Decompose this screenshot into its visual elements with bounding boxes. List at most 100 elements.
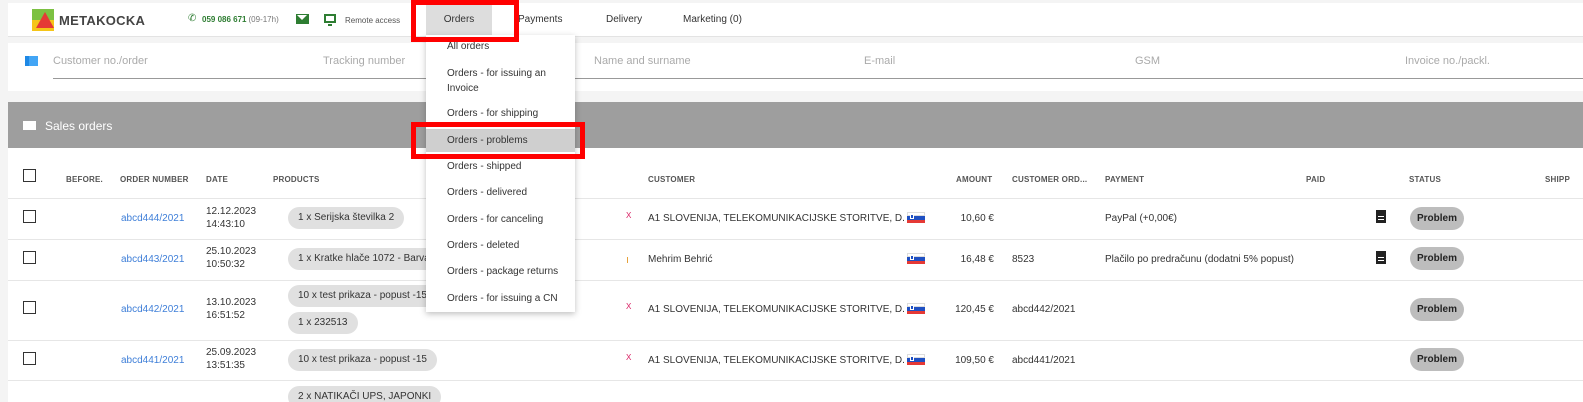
menu-item-delivered[interactable]: Orders - delivered <box>426 185 575 200</box>
column-customer[interactable]: CUSTOMER <box>648 175 695 184</box>
annotation-orders-highlight <box>411 0 519 42</box>
phone-icon: ✆ <box>188 13 197 24</box>
order-amount: 10,60 € <box>960 213 994 224</box>
document-icon[interactable] <box>1376 210 1386 223</box>
column-paid[interactable]: PAID <box>1306 175 1325 184</box>
column-date[interactable]: DATE <box>206 175 228 184</box>
customer-mark: X <box>626 211 632 220</box>
customer-mark: X <box>626 302 632 311</box>
invoice-input[interactable] <box>1405 55 1575 67</box>
panel-header: Sales orders <box>8 102 1583 148</box>
row-divider <box>8 280 1583 281</box>
nav-payments[interactable]: Payments <box>518 3 562 37</box>
phone-hours: (09-17h) <box>248 14 279 24</box>
top-navigation-bar: METAKOCKA ✆ 059 086 671 (09-17h) Remote … <box>8 3 1583 37</box>
order-time: 14:43:10 <box>206 219 245 230</box>
menu-item-for-canceling[interactable]: Orders - for canceling <box>426 212 575 227</box>
customer-name[interactable]: Mehrim Behrić <box>648 254 712 265</box>
row-divider <box>8 380 1583 381</box>
column-status[interactable]: STATUS <box>1409 175 1441 184</box>
status-badge[interactable]: Problem <box>1410 247 1464 270</box>
panel-title: Sales orders <box>45 119 113 133</box>
customer-name[interactable]: A1 SLOVENIJA, TELEKOMUNIKACIJSKE STORITV… <box>648 304 918 315</box>
customer-mark <box>627 257 628 263</box>
order-date: 25.10.2023 <box>206 246 257 257</box>
menu-item-package-returns[interactable]: Orders - package returns <box>426 264 575 279</box>
order-amount: 120,45 € <box>955 304 994 315</box>
annotation-problems-highlight <box>411 122 585 159</box>
nav-delivery[interactable]: Delivery <box>606 3 642 37</box>
column-before[interactable]: BEFORE. <box>66 175 103 184</box>
mail-icon[interactable] <box>296 14 309 24</box>
email-input[interactable] <box>864 55 1114 67</box>
brand-logo[interactable]: METAKOCKA <box>32 9 145 31</box>
customer-name[interactable]: A1 SLOVENIJA, TELEKOMUNIKACIJSKE STORITV… <box>648 213 918 224</box>
email-search[interactable] <box>864 43 1114 79</box>
menu-item-shipped[interactable]: Orders - shipped <box>426 159 575 174</box>
customer-order-search[interactable] <box>53 43 303 79</box>
nav-marketing[interactable]: Marketing (0) <box>683 3 742 37</box>
logo-icon <box>32 9 54 31</box>
orders-dropdown-menu: All orders Orders - for issuing an Invoi… <box>426 35 575 312</box>
gsm-search[interactable] <box>1135 43 1385 79</box>
order-amount: 109,50 € <box>955 355 994 366</box>
menu-item-for-issuing-cn[interactable]: Orders - for issuing a CN <box>426 291 575 306</box>
order-number-link[interactable]: abcd442/2021 <box>121 304 184 315</box>
column-payment[interactable]: PAYMENT <box>1105 175 1144 184</box>
menu-item-for-shipping[interactable]: Orders - for shipping <box>426 106 575 121</box>
filter-icon[interactable] <box>25 56 38 66</box>
order-number-link[interactable]: abcd441/2021 <box>121 355 184 366</box>
phone-number[interactable]: 059 086 671 <box>202 15 247 24</box>
row-checkbox[interactable] <box>23 251 36 264</box>
order-time: 13:51:35 <box>206 360 245 371</box>
row-checkbox[interactable] <box>23 301 36 314</box>
status-badge[interactable]: Problem <box>1410 207 1464 230</box>
document-icon[interactable] <box>1376 251 1386 264</box>
payment-method: PayPal (+0,00€) <box>1105 213 1177 224</box>
product-chip[interactable]: 1 x 232513 <box>288 312 358 334</box>
slovenia-flag-icon <box>907 253 925 264</box>
monitor-icon[interactable] <box>324 14 336 26</box>
menu-item-deleted[interactable]: Orders - deleted <box>426 238 575 253</box>
status-badge[interactable]: Problem <box>1410 348 1464 371</box>
product-chip[interactable]: 1 x Serijska številka 2 <box>288 207 405 229</box>
order-number-link[interactable]: abcd443/2021 <box>121 254 184 265</box>
row-divider <box>8 239 1583 240</box>
customer-order-number: abcd441/2021 <box>1012 355 1076 366</box>
row-divider <box>8 340 1583 341</box>
order-number-link[interactable]: abcd444/2021 <box>121 213 184 224</box>
product-chip[interactable]: 1 x Kratke hlače 1072 - Barva <box>288 248 440 270</box>
remote-access-link[interactable]: Remote access <box>345 16 400 25</box>
menu-item-for-issuing-invoice[interactable]: Orders - for issuing an Invoice <box>426 66 575 96</box>
customer-order-number: 8523 <box>1012 254 1035 265</box>
column-customer-order[interactable]: CUSTOMER ORD... <box>1012 175 1087 184</box>
name-input[interactable] <box>594 55 844 67</box>
column-products[interactable]: PRODUCTS <box>273 175 320 184</box>
column-order-number[interactable]: ORDER NUMBER <box>120 175 189 184</box>
order-date: 25.09.2023 <box>206 347 257 358</box>
customer-order-number: abcd442/2021 <box>1012 304 1076 315</box>
row-checkbox[interactable] <box>23 210 36 223</box>
status-badge[interactable]: Problem <box>1410 298 1464 321</box>
column-shipping[interactable]: SHIPP <box>1545 175 1570 184</box>
invoice-search[interactable] <box>1405 43 1575 79</box>
customer-order-input[interactable] <box>53 55 303 67</box>
order-date: 13.10.2023 <box>206 297 257 308</box>
payment-method: Plačilo po predračunu (dodatni 5% popust… <box>1105 254 1295 265</box>
product-chip[interactable]: 10 x test prikaza - popust -15 <box>288 349 437 371</box>
column-amount[interactable]: AMOUNT <box>956 175 992 184</box>
sales-orders-panel: Sales orders BEFORE. ORDER NUMBER DATE P… <box>8 102 1583 402</box>
brand-name: METAKOCKA <box>59 12 146 28</box>
gsm-input[interactable] <box>1135 55 1385 67</box>
customer-name[interactable]: A1 SLOVENIJA, TELEKOMUNIKACIJSKE STORITV… <box>648 355 918 366</box>
product-chip[interactable]: 10 x test prikaza - popust -15 <box>288 285 437 307</box>
select-all-checkbox[interactable] <box>23 169 36 182</box>
order-time: 16:51:52 <box>206 310 245 321</box>
product-chip[interactable]: 2 x NATIKAČI UPS, JAPONKI <box>288 386 442 402</box>
name-search[interactable] <box>594 43 844 79</box>
slovenia-flag-icon <box>907 303 925 314</box>
row-checkbox[interactable] <box>23 352 36 365</box>
slovenia-flag-icon <box>907 212 925 223</box>
order-amount: 16,48 € <box>960 254 994 265</box>
row-divider <box>8 198 1583 199</box>
